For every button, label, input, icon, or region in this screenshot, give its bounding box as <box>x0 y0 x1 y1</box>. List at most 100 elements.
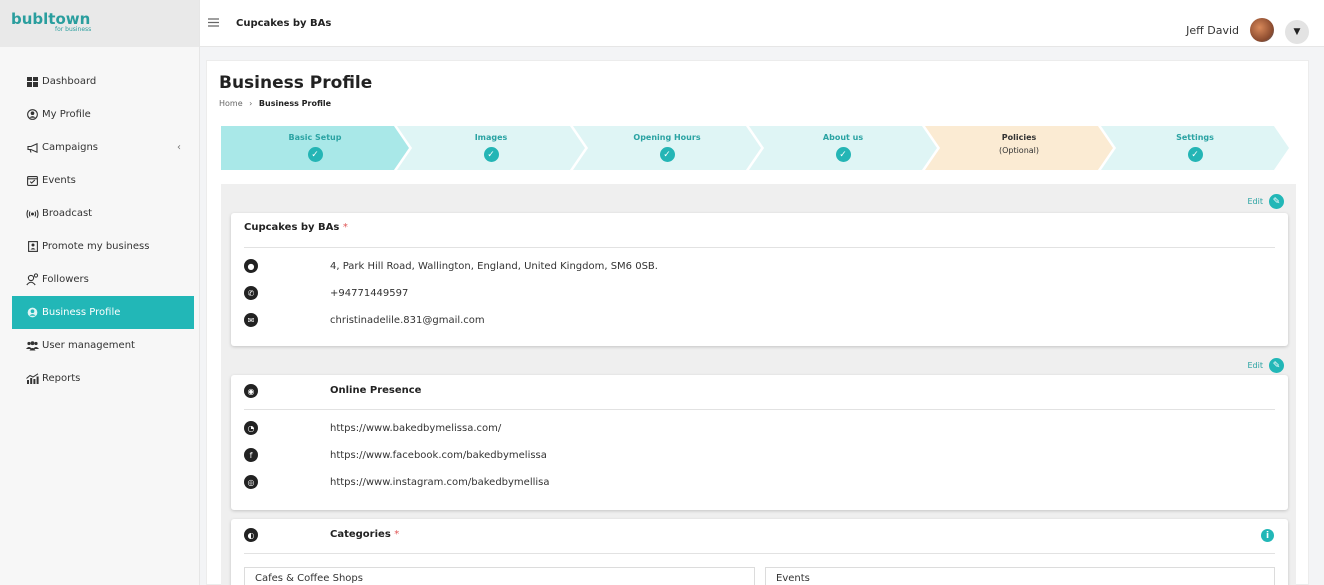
page-title: Business Profile <box>219 73 373 93</box>
step-label: About us <box>822 133 864 142</box>
top-bar: Cupcakes by BAs Jeff David ▼ <box>200 0 1324 47</box>
check-icon: ✓ <box>1187 147 1203 162</box>
tag-icon: ◐ <box>244 528 258 542</box>
category-item: Cafes & Coffee Shops <box>244 567 755 585</box>
wifi-icon: ◉ <box>244 384 258 398</box>
online-presence-card: ◉ Online Presence ◔ https://www.bakedbym… <box>231 375 1288 510</box>
users-icon <box>26 339 39 352</box>
globe-icon: ◔ <box>244 421 258 435</box>
address-row: ● 4, Park Hill Road, Wallington, England… <box>244 259 658 273</box>
basic-info-card: Cupcakes by BAs * ● 4, Park Hill Road, W… <box>231 213 1288 346</box>
sidebar-item-label: Events <box>42 175 76 186</box>
breadcrumb-home[interactable]: Home <box>219 99 243 108</box>
step-opening-hours[interactable]: Opening Hours ✓ <box>573 126 761 170</box>
email-text: christinadelile.831@gmail.com <box>330 314 485 326</box>
sidebar-item-my-profile[interactable]: My Profile <box>0 98 199 131</box>
facebook-link[interactable]: https://www.facebook.com/bakedbymelissa <box>330 450 547 461</box>
facebook-icon: f <box>244 448 258 462</box>
pencil-icon: ✎ <box>1269 358 1284 373</box>
step-label: Images <box>474 133 508 142</box>
edit-basic-info-button[interactable]: Edit ✎ <box>1247 194 1284 209</box>
email-row: ✉ christinadelile.831@gmail.com <box>244 313 485 327</box>
card-title: Online Presence <box>330 385 422 396</box>
sidebar-item-broadcast[interactable]: Broadcast <box>0 197 199 230</box>
step-label: Basic Setup <box>288 133 342 142</box>
sidebar-item-label: Followers <box>42 274 89 285</box>
required-mark: * <box>342 222 348 233</box>
calendar-icon <box>26 174 39 187</box>
divider <box>244 553 1275 554</box>
edit-label: Edit <box>1247 361 1264 370</box>
logo-text: bubltown <box>11 10 91 28</box>
sidebar-item-campaigns[interactable]: Campaigns ‹ <box>0 131 199 164</box>
instagram-link[interactable]: https://www.instagram.com/bakedbymellisa <box>330 477 550 488</box>
broadcast-icon <box>26 207 39 220</box>
chevron-left-icon[interactable]: ‹ <box>177 142 181 153</box>
categories-title: Categories <box>330 529 391 540</box>
sidebar-item-label: User management <box>42 340 135 351</box>
step-label: Settings <box>1176 133 1214 142</box>
breadcrumb-separator: › <box>249 99 253 108</box>
required-mark: * <box>394 529 400 540</box>
step-policies[interactable]: Policies (Optional) <box>925 126 1113 170</box>
sidebar-item-label: Business Profile <box>42 307 121 318</box>
sidebar-item-label: Promote my business <box>42 241 150 252</box>
logo[interactable]: bubltown for business <box>0 0 199 47</box>
divider <box>244 247 1275 248</box>
step-optional-label: (Optional) <box>998 146 1040 155</box>
location-pin-icon: ● <box>244 259 258 273</box>
email-icon: ✉ <box>244 313 258 327</box>
step-about-us[interactable]: About us ✓ <box>749 126 937 170</box>
menu-icon[interactable] <box>208 15 222 31</box>
step-settings[interactable]: Settings ✓ <box>1101 126 1289 170</box>
check-icon: ✓ <box>483 147 499 162</box>
divider <box>244 409 1275 410</box>
sidebar: bubltown for business Dashboard My Profi… <box>0 0 200 585</box>
step-label: Opening Hours <box>633 133 701 142</box>
phone-text: +94771449597 <box>330 287 409 299</box>
step-basic-setup[interactable]: Basic Setup ✓ <box>221 126 409 170</box>
card-title: Categories * <box>330 529 399 540</box>
sidebar-item-user-management[interactable]: User management <box>0 329 199 362</box>
category-item: Events <box>765 567 1275 585</box>
sidebar-item-promote-my-business[interactable]: Promote my business <box>0 230 199 263</box>
business-icon <box>26 306 39 319</box>
avatar[interactable] <box>1250 18 1274 42</box>
followers-icon <box>26 273 39 286</box>
instagram-row: ◎ https://www.instagram.com/bakedbymelli… <box>244 475 550 489</box>
sidebar-item-label: Dashboard <box>42 76 97 87</box>
sidebar-item-label: Reports <box>42 373 81 384</box>
phone-row: ✆ +94771449597 <box>244 286 408 300</box>
promote-icon <box>26 240 39 253</box>
step-images[interactable]: Images ✓ <box>397 126 585 170</box>
megaphone-icon <box>26 141 39 154</box>
chart-icon <box>26 372 39 385</box>
website-link[interactable]: https://www.bakedbymelissa.com/ <box>330 423 501 434</box>
sidebar-nav: Dashboard My Profile Campaigns ‹ Events <box>0 47 199 395</box>
card-title: Cupcakes by BAs * <box>244 222 348 233</box>
user-name[interactable]: Jeff David <box>1186 24 1239 37</box>
breadcrumb: Home › Business Profile <box>219 99 331 108</box>
sidebar-item-business-profile[interactable]: Business Profile <box>12 296 194 329</box>
edit-online-presence-button[interactable]: Edit ✎ <box>1247 358 1284 373</box>
profile-details-area: Edit ✎ Cupcakes by BAs * ● 4, Park Hill … <box>221 184 1296 585</box>
facebook-row: f https://www.facebook.com/bakedbymeliss… <box>244 448 547 462</box>
phone-icon: ✆ <box>244 286 258 300</box>
business-name-title: Cupcakes by BAs <box>236 17 332 29</box>
categories-card: ◐ Categories * i Cafes & Coffee Shops Ev… <box>231 519 1288 585</box>
check-icon: ✓ <box>835 147 851 162</box>
sidebar-item-followers[interactable]: Followers <box>0 263 199 296</box>
sidebar-item-events[interactable]: Events <box>0 164 199 197</box>
sidebar-item-dashboard[interactable]: Dashboard <box>0 65 199 98</box>
user-circle-icon <box>26 108 39 121</box>
info-icon[interactable]: i <box>1261 529 1274 542</box>
website-row: ◔ https://www.bakedbymelissa.com/ <box>244 421 501 435</box>
sidebar-item-label: Broadcast <box>42 208 93 219</box>
business-name: Cupcakes by BAs <box>244 222 340 233</box>
logo-subtext: for business <box>55 26 92 33</box>
edit-label: Edit <box>1247 197 1264 206</box>
sidebar-item-reports[interactable]: Reports <box>0 362 199 395</box>
user-menu-button[interactable]: ▼ <box>1285 20 1309 44</box>
breadcrumb-current: Business Profile <box>258 99 332 108</box>
sidebar-item-label: My Profile <box>42 109 91 120</box>
